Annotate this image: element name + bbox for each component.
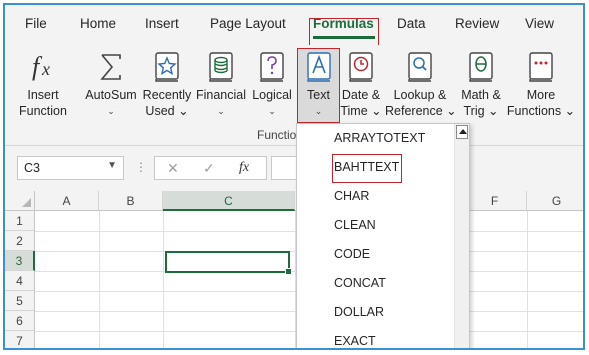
sigma-icon (100, 54, 121, 80)
fx-icon: f x (32, 52, 50, 81)
more-functions-button[interactable]: More Functions ⌄ (505, 45, 577, 125)
function-item-code[interactable]: CODE (297, 240, 455, 269)
more-functions-label-1: More (526, 88, 556, 102)
gridline (163, 211, 164, 348)
insert-function-button[interactable]: f x Insert Function (13, 45, 73, 125)
tab-insert[interactable]: Insert (145, 16, 179, 31)
insert-function-label-2: Function (19, 104, 67, 118)
more-functions-label-2: Functions ⌄ (506, 104, 576, 118)
column-header-a[interactable]: A (35, 191, 99, 211)
select-all-button[interactable] (5, 191, 35, 211)
name-box-value: C3 (24, 161, 40, 175)
function-item-exact[interactable]: EXACT (297, 327, 455, 348)
recently-used-label-2: Used ⌄ (145, 104, 189, 118)
gridline (527, 211, 528, 348)
tab-review[interactable]: Review (455, 16, 499, 31)
logical-label: Logical (252, 88, 292, 102)
dropdown-scrollbar[interactable] (454, 124, 469, 348)
autosum-label: AutoSum (85, 88, 137, 102)
chevron-down-icon[interactable]: ▼ (107, 160, 117, 171)
formula-bar-grip[interactable]: ⋮ (135, 160, 147, 174)
math-trig-label-1: Math & (461, 88, 501, 102)
financial-button[interactable]: Financial ⌄ (195, 45, 247, 125)
enter-icon[interactable]: ✓ (203, 160, 215, 177)
financial-label: Financial (195, 88, 247, 102)
function-item-arraytotext[interactable]: ARRAYTOTEXT (297, 124, 455, 153)
text-button[interactable]: Text ⌄ (297, 45, 340, 125)
math-trig-label-2: Trig ⌄ (463, 104, 499, 118)
clock-book-icon (349, 52, 373, 82)
text-book-icon (306, 52, 331, 82)
scroll-up-arrow-icon[interactable] (456, 125, 468, 139)
text-functions-dropdown: ARRAYTOTEXT BAHTTEXT CHAR CLEAN CODE CON… (296, 123, 470, 348)
worksheet-grid: A B C F G 1 2 3 4 5 6 7 (5, 191, 583, 348)
tab-view[interactable]: View (525, 16, 554, 31)
row-header-7[interactable]: 7 (5, 331, 35, 348)
row-header-3[interactable]: 3 (5, 251, 35, 271)
row-header-1[interactable]: 1 (5, 211, 35, 231)
tab-data[interactable]: Data (397, 16, 426, 31)
recently-used-button[interactable]: Recently Used ⌄ (141, 45, 193, 125)
formula-bar: C3 ▼ ⋮ ✕ ✓ fx (5, 146, 583, 191)
text-chevron: ⌄ (314, 106, 323, 116)
dots-book-icon (529, 52, 553, 82)
insert-function-fx-icon[interactable]: fx (239, 160, 249, 176)
bahttext-highlight (332, 154, 402, 183)
financial-chevron: ⌄ (217, 106, 225, 116)
autosum-chevron: ⌄ (107, 106, 115, 116)
row-header-2[interactable]: 2 (5, 231, 35, 251)
select-all-icon (22, 198, 31, 207)
row-header-4[interactable]: 4 (5, 271, 35, 291)
row-header-5[interactable]: 5 (5, 291, 35, 311)
magnifier-book-icon (408, 52, 432, 82)
column-header-b[interactable]: B (99, 191, 163, 211)
lookup-reference-button[interactable]: Lookup & Reference ⌄ (385, 45, 457, 125)
function-library-group-label: Functio (257, 128, 297, 142)
function-item-clean[interactable]: CLEAN (297, 211, 455, 240)
logical-chevron: ⌄ (268, 106, 276, 116)
menu-tabs: File Home Insert Page Layout Formulas Da… (5, 5, 583, 45)
text-label: Text (307, 88, 330, 102)
svg-text:x: x (41, 59, 50, 79)
autosum-button[interactable]: AutoSum ⌄ (83, 45, 139, 125)
active-cell-c3[interactable] (165, 251, 292, 275)
insert-function-label-1: Insert (27, 88, 59, 102)
function-item-char[interactable]: CHAR (297, 182, 455, 211)
star-book-icon (155, 52, 179, 82)
excel-window: File Home Insert Page Layout Formulas Da… (3, 3, 585, 350)
lookup-reference-label-1: Lookup & (393, 88, 447, 102)
cancel-icon[interactable]: ✕ (167, 160, 179, 177)
date-time-label-2: Time ⌄ (340, 104, 382, 118)
gridline (99, 211, 100, 348)
logical-button[interactable]: Logical ⌄ (248, 45, 296, 125)
formula-buttons: ✕ ✓ fx (154, 156, 267, 180)
recently-used-label-1: Recently (142, 88, 192, 102)
question-book-icon (260, 52, 284, 82)
column-header-c[interactable]: C (163, 191, 295, 211)
date-time-label-1: Date & (341, 88, 381, 102)
theta-book-icon (469, 52, 493, 82)
function-item-dollar[interactable]: DOLLAR (297, 298, 455, 327)
row-header-6[interactable]: 6 (5, 311, 35, 331)
math-trig-button[interactable]: Math & Trig ⌄ (457, 45, 505, 125)
date-time-button[interactable]: Date & Time ⌄ (339, 45, 383, 125)
tab-home[interactable]: Home (80, 16, 116, 31)
tab-page-layout[interactable]: Page Layout (210, 16, 286, 31)
name-box[interactable]: C3 ▼ (17, 156, 124, 180)
function-item-concat[interactable]: CONCAT (297, 269, 455, 298)
coins-book-icon (209, 52, 233, 82)
lookup-reference-label-2: Reference ⌄ (385, 104, 457, 118)
formulas-tab-highlight (309, 18, 379, 46)
column-header-f[interactable]: F (463, 191, 527, 211)
tab-file[interactable]: File (25, 16, 47, 31)
column-header-g[interactable]: G (527, 191, 583, 211)
